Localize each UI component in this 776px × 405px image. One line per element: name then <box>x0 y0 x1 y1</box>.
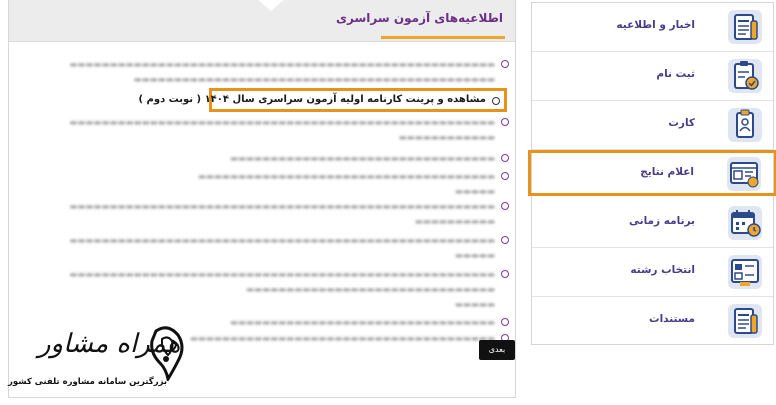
logo-tagline: بزرگترین سامانه مشاوره تلفنی کشور <box>8 377 168 387</box>
news-text-blurred: ▬▬▬▬▬▬▬▬▬▬▬▬▬▬▬▬▬▬▬▬▬▬▬▬▬▬▬▬▬▬▬▬▬ <box>229 154 495 164</box>
sidebar-item-card[interactable]: کارت <box>532 101 773 150</box>
selection-board-icon <box>728 255 762 289</box>
id-card-icon <box>728 108 762 142</box>
sidebar-item-label: برنامه زمانی <box>629 215 695 227</box>
sidebar-item-label: اخبار و اطلاعیه <box>616 19 695 31</box>
list-item[interactable]: ▬▬▬▬▬▬▬▬▬▬▬▬▬▬▬▬▬▬▬▬▬▬▬▬▬▬▬▬▬▬▬▬▬▬▬▬▬▬▬▬… <box>11 234 509 264</box>
sidebar-item-documents[interactable]: مستندات <box>532 297 773 346</box>
hamrah-moshaver-logo: همراه مشاور بزرگترین سامانه مشاوره تلفنی… <box>8 325 188 397</box>
results-board-icon <box>727 157 761 191</box>
newspaper-icon <box>728 10 762 44</box>
next-button[interactable]: بعدی <box>479 340 515 360</box>
sidebar-item-registration[interactable]: ثبت نام <box>532 52 773 101</box>
list-item[interactable]: ▬▬▬▬▬▬▬▬▬▬▬▬▬▬▬▬▬▬▬▬▬▬▬▬▬▬▬▬▬▬▬▬▬▬▬▬▬▬▬▬… <box>11 58 509 88</box>
news-text-blurred: ▬▬▬▬▬▬▬▬▬▬▬▬▬▬▬▬▬▬▬▬▬▬▬▬▬▬▬▬▬▬▬▬▬▬▬▬▬▬▬▬… <box>69 270 495 310</box>
sidebar-item-label: ثبت نام <box>656 68 695 80</box>
list-item[interactable]: ▬▬▬▬▬▬▬▬▬▬▬▬▬▬▬▬▬▬▬▬▬▬▬▬▬▬▬▬▬▬▬▬▬ <box>11 152 509 167</box>
list-item[interactable]: ▬▬▬▬▬▬▬▬▬▬▬▬▬▬▬▬▬▬▬▬▬▬▬▬▬▬▬▬▬▬▬▬▬▬▬▬▬▬▬▬… <box>11 268 509 313</box>
sidebar-item-field-selection[interactable]: انتخاب رشته <box>532 248 773 297</box>
sidebar-item-label: کارت <box>668 117 695 129</box>
sidebar-item-label: مستندات <box>649 313 695 325</box>
title-underline <box>381 36 505 39</box>
bullet-icon <box>492 97 500 105</box>
panel-notch <box>257 0 285 11</box>
sidebar-item-news[interactable]: اخبار و اطلاعیه <box>532 3 773 52</box>
sidebar: اخبار و اطلاعیه ثبت نام کارت اعلام نتایج… <box>528 2 776 346</box>
clipboard-check-icon <box>728 59 762 93</box>
list-item-highlighted[interactable]: مشاهده و پرینت کارنامه اولیه آزمون سراسر… <box>138 88 507 112</box>
sidebar-item-results[interactable]: اعلام نتایج <box>528 150 776 196</box>
news-text: مشاهده و پرینت کارنامه اولیه آزمون سراسر… <box>138 94 486 105</box>
logo-name: همراه مشاور <box>38 329 181 359</box>
sidebar-item-label: اعلام نتایج <box>640 166 694 178</box>
list-item[interactable]: ▬▬▬▬▬▬▬▬▬▬▬▬▬▬▬▬▬▬▬▬▬▬▬▬▬▬▬▬▬▬▬▬▬▬▬▬▬▬▬▬… <box>11 170 509 200</box>
calendar-icon <box>728 206 762 240</box>
news-text-blurred: ▬▬▬▬▬▬▬▬▬▬▬▬▬▬▬▬▬▬▬▬▬▬▬▬▬▬▬▬▬▬▬▬▬▬▬▬▬▬▬▬… <box>69 118 495 143</box>
news-text-blurred: ▬▬▬▬▬▬▬▬▬▬▬▬▬▬▬▬▬▬▬▬▬▬▬▬▬▬▬▬▬▬▬▬▬▬▬▬▬▬▬▬… <box>69 202 495 227</box>
announcements-title: اطلاعیه‌های آزمون سراسری <box>336 11 503 25</box>
list-item[interactable]: ▬▬▬▬▬▬▬▬▬▬▬▬▬▬▬▬▬▬▬▬▬▬▬▬▬▬▬▬▬▬▬▬▬▬▬▬▬▬▬▬… <box>11 116 509 146</box>
documents-icon <box>728 304 762 338</box>
sidebar-item-label: انتخاب رشته <box>630 264 695 276</box>
news-text-blurred: ▬▬▬▬▬▬▬▬▬▬▬▬▬▬▬▬▬▬▬▬▬▬▬▬▬▬▬▬▬▬▬▬▬▬▬▬▬▬▬▬… <box>69 60 495 85</box>
sidebar-item-schedule[interactable]: برنامه زمانی <box>532 199 773 248</box>
news-text-blurred: ▬▬▬▬▬▬▬▬▬▬▬▬▬▬▬▬▬▬▬▬▬▬▬▬▬▬▬▬▬▬▬▬▬▬▬▬▬▬▬▬… <box>197 172 495 197</box>
list-item[interactable]: ▬▬▬▬▬▬▬▬▬▬▬▬▬▬▬▬▬▬▬▬▬▬▬▬▬▬▬▬▬▬▬▬▬▬▬▬▬▬▬▬… <box>11 200 509 230</box>
news-text-blurred: ▬▬▬▬▬▬▬▬▬▬▬▬▬▬▬▬▬▬▬▬▬▬▬▬▬▬▬▬▬▬▬▬▬▬▬▬▬▬▬▬… <box>69 236 495 261</box>
